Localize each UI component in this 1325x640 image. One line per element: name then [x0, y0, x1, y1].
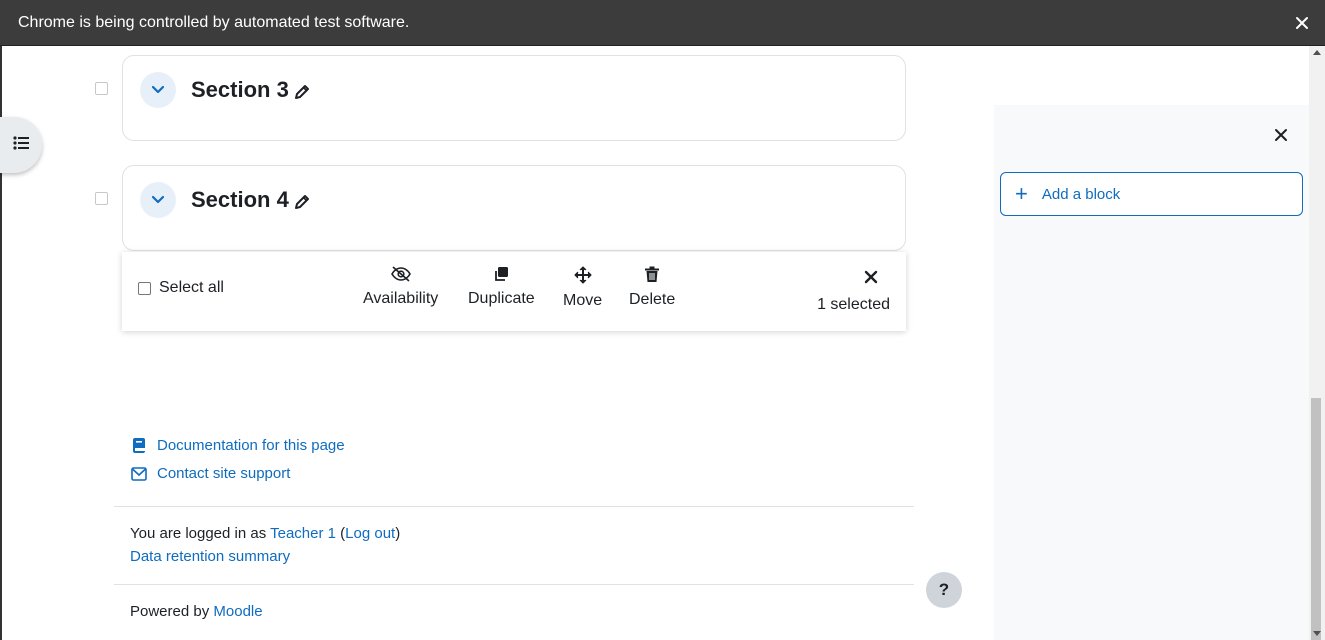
- scroll-up-arrow-icon[interactable]: [1313, 50, 1321, 55]
- scrollbar-thumb[interactable]: [1311, 398, 1321, 640]
- select-all-label: Select all: [159, 279, 224, 296]
- move-arrows-icon: [573, 266, 592, 284]
- pencil-icon[interactable]: [293, 193, 311, 211]
- duplicate-label: Duplicate: [468, 290, 535, 307]
- documentation-link[interactable]: Documentation for this page: [131, 437, 345, 454]
- add-a-block-label: Add a block: [1041, 185, 1121, 203]
- logout-paren-open: (: [336, 525, 346, 542]
- availability-label: Availability: [363, 290, 439, 307]
- add-a-block-button[interactable]: + Add a block: [1000, 172, 1303, 216]
- book-icon: [133, 438, 145, 453]
- move-label: Move: [563, 292, 603, 309]
- chevron-down-icon: [151, 85, 165, 94]
- data-retention-link[interactable]: Data retention summary: [130, 548, 290, 565]
- scroll-down-arrow-icon[interactable]: [1313, 631, 1321, 636]
- infobar-text: Chrome is being controlled by automated …: [18, 13, 410, 31]
- eye-slash-icon: [390, 266, 411, 282]
- section-4-checkbox[interactable]: [95, 192, 108, 205]
- infobar-close-icon[interactable]: [1291, 12, 1313, 34]
- section-card-4: Section 4: [122, 165, 906, 251]
- block-drawer: + Add a block: [994, 105, 1309, 640]
- availability-button[interactable]: Availability: [363, 266, 438, 308]
- delete-label: Delete: [629, 291, 676, 308]
- logged-in-text: You are logged in as: [130, 525, 271, 542]
- logout-link[interactable]: Log out: [345, 525, 395, 542]
- logout-paren-close: ): [395, 525, 401, 542]
- documentation-link-label[interactable]: Documentation for this page: [157, 437, 345, 454]
- section-4-collapse-button[interactable]: [140, 182, 176, 218]
- contact-support-label[interactable]: Contact site support: [157, 465, 290, 482]
- select-all-checkbox[interactable]: Select all: [138, 279, 224, 297]
- automation-infobar: Chrome is being controlled by automated …: [0, 0, 1325, 46]
- powered-by-text: Powered by: [130, 603, 214, 620]
- list-icon: [13, 135, 29, 155]
- section-card-3: Section 3: [122, 55, 906, 141]
- user-profile-link[interactable]: Teacher 1: [270, 525, 336, 542]
- section-3-collapse-button[interactable]: [140, 72, 176, 108]
- contact-support-link[interactable]: Contact site support: [131, 465, 290, 482]
- delete-button[interactable]: Delete: [629, 266, 675, 309]
- page-scrollbar[interactable]: [1309, 46, 1325, 640]
- section-3-checkbox[interactable]: [95, 82, 108, 95]
- envelope-icon: [131, 466, 147, 481]
- duplicate-button[interactable]: Duplicate: [468, 266, 535, 308]
- plus-icon: +: [1015, 181, 1028, 206]
- help-button[interactable]: ?: [926, 572, 962, 608]
- course-index-toggle-button[interactable]: [0, 117, 42, 173]
- data-retention-row: Data retention summary: [130, 548, 290, 565]
- selected-count: 1 selected: [817, 296, 890, 313]
- chevron-down-icon: [151, 195, 165, 204]
- close-bulk-edit-icon[interactable]: [863, 269, 879, 290]
- pencil-icon[interactable]: [293, 83, 311, 101]
- move-button[interactable]: Move: [563, 266, 602, 310]
- footer-divider: [114, 584, 914, 585]
- close-drawer-icon[interactable]: [1274, 128, 1288, 147]
- footer-divider: [114, 506, 914, 507]
- section-3-title[interactable]: Section 3: [191, 77, 289, 103]
- checkbox[interactable]: [138, 281, 151, 295]
- section-4-title[interactable]: Section 4: [191, 187, 289, 213]
- copy-icon: [495, 267, 509, 281]
- login-info: You are logged in as Teacher 1 (Log out): [130, 525, 400, 542]
- powered-by: Powered by Moodle: [130, 603, 263, 620]
- bulk-edit-toolbar: Select all Availability Duplicate Move D…: [122, 252, 906, 331]
- moodle-link[interactable]: Moodle: [213, 603, 262, 620]
- trash-icon: [645, 266, 660, 282]
